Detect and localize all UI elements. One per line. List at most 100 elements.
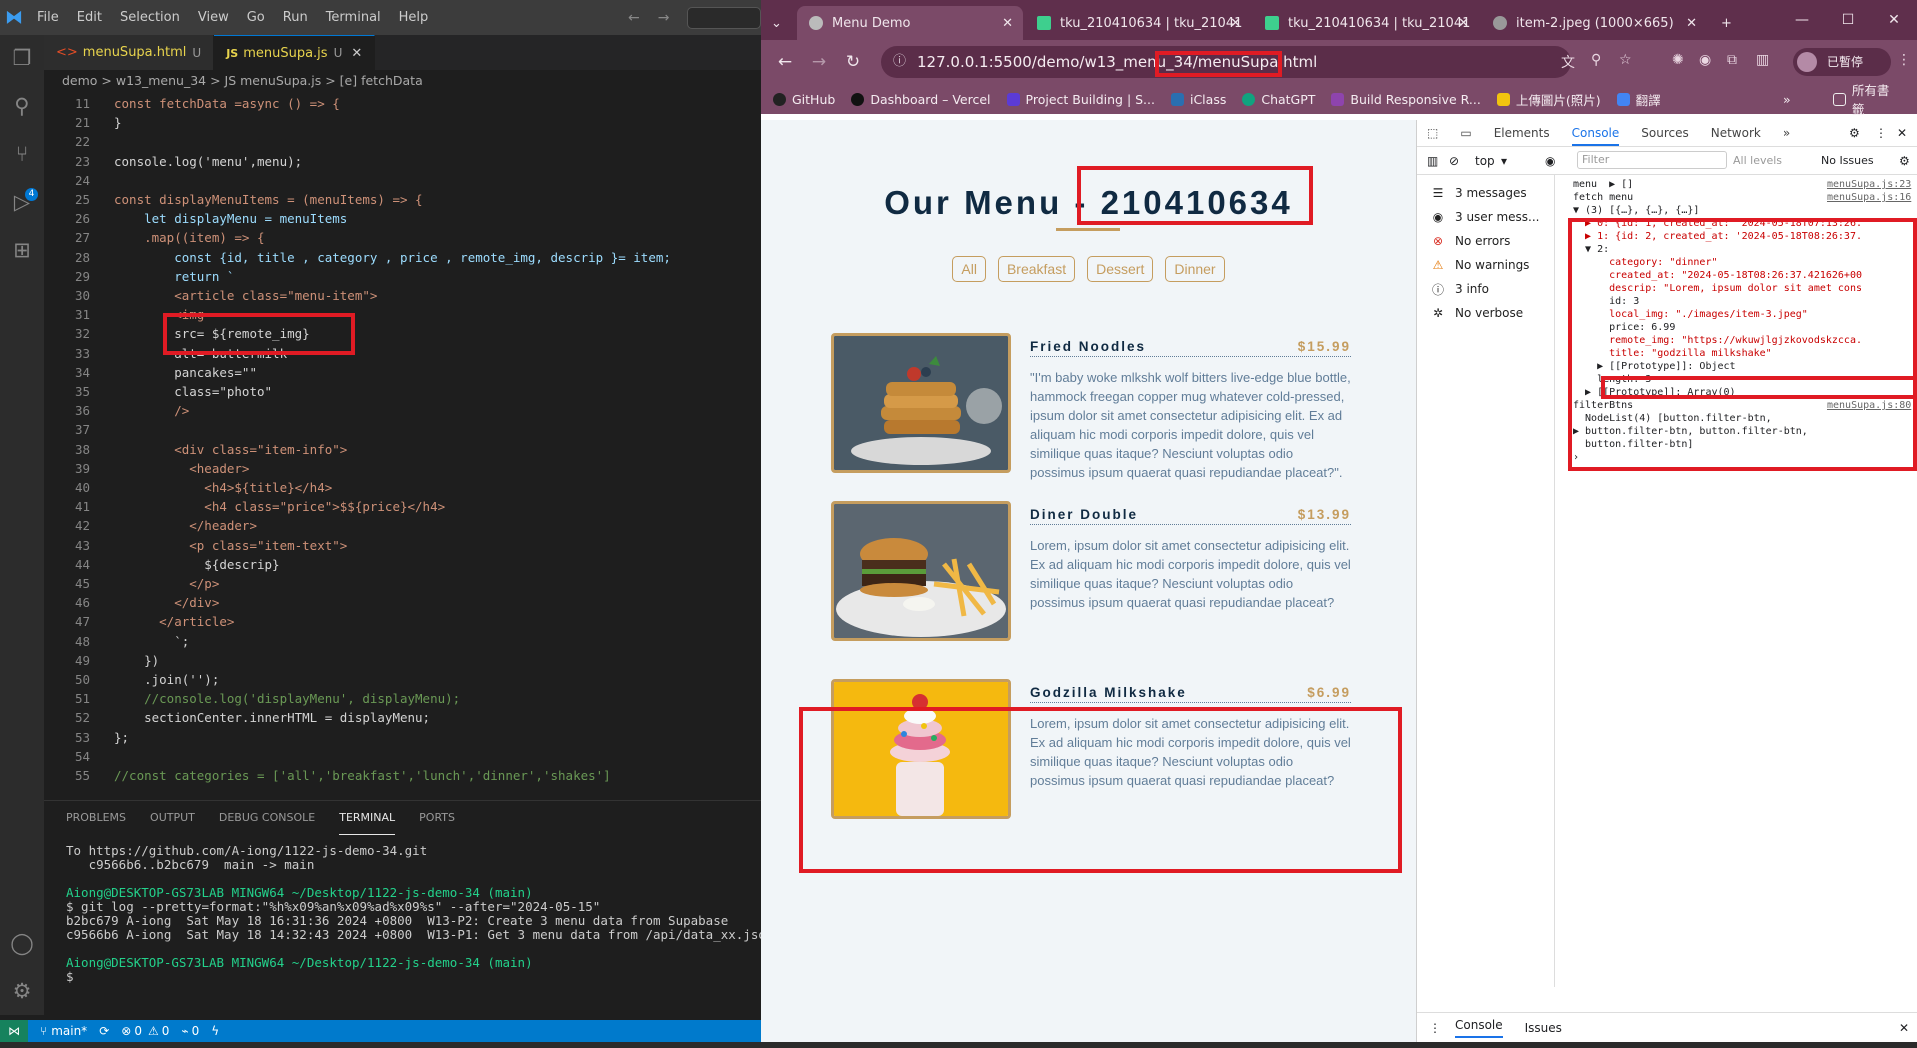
drawer-menu-icon[interactable]: ⋮ [1429, 1021, 1441, 1035]
sidepanel-icon[interactable]: ▥ [1756, 52, 1769, 68]
bookmark-upload-image[interactable]: 上傳圖片(照片) [1496, 90, 1601, 109]
browser-tab-supabase-1[interactable]: tku_210410634 | tku_21041 ✕ [1025, 6, 1251, 40]
close-window-icon[interactable]: ✕ [1871, 12, 1917, 28]
settings-gear-icon[interactable]: ⚙ [9, 978, 35, 1004]
more-menu-icon[interactable]: ⋮ [1897, 52, 1911, 68]
bookmark-iclass[interactable]: iClass [1170, 92, 1226, 107]
tab-menuSupa-html[interactable]: <> menuSupa.html U [44, 35, 215, 70]
console-source-link[interactable]: menuSupa.js:23 [1827, 179, 1911, 190]
devtools-menu-icon[interactable]: ⋮ [1875, 126, 1887, 140]
sync-icon[interactable]: ⟳ [99, 1024, 109, 1038]
sidebar-errors[interactable]: ⊗ No errors [1427, 231, 1510, 251]
drawer-tab-issues[interactable]: Issues [1525, 1021, 1562, 1035]
devtools-settings-icon[interactable]: ⚙ [1849, 126, 1860, 140]
profile-button[interactable]: 已暫停 [1793, 48, 1891, 76]
close-tab-icon[interactable]: ✕ [1002, 16, 1013, 31]
warning-count[interactable]: 0 [162, 1024, 170, 1038]
bookmarks-overflow-icon[interactable]: » [1783, 92, 1791, 107]
filter-dessert-button[interactable]: Dessert [1087, 256, 1154, 282]
command-center-search[interactable] [687, 7, 761, 29]
more-tabs-icon[interactable]: » [1783, 126, 1790, 140]
console-source-link[interactable]: menuSupa.js:16 [1827, 192, 1911, 203]
menu-selection[interactable]: Selection [111, 0, 189, 35]
reload-icon[interactable]: ↻ [843, 52, 863, 72]
filter-breakfast-button[interactable]: Breakfast [997, 256, 1076, 282]
panel-tab-debug-console[interactable]: DEBUG CONSOLE [219, 801, 315, 835]
bookmark-vercel[interactable]: Dashboard – Vercel [851, 92, 991, 107]
sidebar-verbose[interactable]: ✲ No verbose [1427, 303, 1523, 323]
drawer-tab-console[interactable]: Console [1455, 1018, 1503, 1038]
bookmark-chatgpt[interactable]: ChatGPT [1242, 92, 1315, 107]
explorer-icon[interactable]: ❐ [9, 45, 35, 71]
all-bookmarks[interactable]: 所有書籤 [1833, 80, 1901, 118]
back-arrow-icon[interactable]: ← [628, 10, 658, 26]
minimize-icon[interactable]: — [1779, 12, 1825, 28]
forward-arrow-icon[interactable]: → [658, 10, 688, 26]
filter-dinner-button[interactable]: Dinner [1165, 256, 1225, 282]
close-tab-icon[interactable]: ✕ [1686, 16, 1697, 31]
new-tab-plus-icon[interactable]: + [1709, 6, 1739, 40]
bookmark-build-responsive[interactable]: Build Responsive R... [1331, 92, 1481, 107]
devtools-tab-sources[interactable]: Sources [1641, 126, 1688, 140]
breadcrumb[interactable]: demo > w13_menu_34 > JS menuSupa.js > [e… [44, 70, 761, 92]
issues-count[interactable]: No Issues [1821, 154, 1874, 167]
git-branch[interactable]: main* [51, 1024, 87, 1038]
sidebar-user-messages[interactable]: ◉ 3 user mess... [1427, 207, 1540, 227]
panel-tab-ports[interactable]: PORTS [419, 801, 455, 835]
context-dropdown-icon[interactable]: ▾ [1501, 154, 1507, 168]
device-toolbar-icon[interactable]: ▭ [1460, 126, 1471, 140]
menu-file[interactable]: File [28, 0, 68, 35]
extensions-puzzle-icon[interactable]: ⧉ [1727, 52, 1737, 68]
account-icon[interactable]: ◯ [9, 930, 35, 956]
bookmark-translate[interactable]: 翻譯 [1616, 90, 1661, 109]
close-icon[interactable]: ✕ [351, 46, 362, 61]
devtools-close-icon[interactable]: ✕ [1897, 126, 1907, 140]
extensions-icon[interactable]: ⊞ [9, 237, 35, 263]
context-select[interactable]: top [1475, 154, 1495, 168]
nav-arrows[interactable]: ←→ [628, 10, 687, 26]
bookmark-star-icon[interactable]: ☆ [1619, 52, 1632, 68]
zoom-icon[interactable]: ⚲ [1591, 52, 1601, 68]
site-info-icon[interactable]: ⓘ [893, 46, 906, 78]
translate-icon[interactable]: 文 [1561, 52, 1575, 72]
menu-view[interactable]: View [189, 0, 238, 35]
bookmark-github[interactable]: GitHub [773, 92, 835, 107]
menu-go[interactable]: Go [238, 0, 274, 35]
menu-run[interactable]: Run [274, 0, 317, 35]
lightning-icon[interactable]: ϟ [211, 1024, 219, 1038]
console-filter-input[interactable]: Filter [1577, 151, 1727, 169]
browser-tab-menu-demo[interactable]: Menu Demo ✕ [797, 6, 1023, 40]
run-debug-icon[interactable]: ▷ [9, 189, 35, 215]
extension2-icon[interactable]: ◉ [1699, 52, 1711, 68]
ports-count[interactable]: 0 [192, 1024, 200, 1038]
search-icon[interactable]: ⚲ [9, 93, 35, 119]
back-icon[interactable]: ← [775, 52, 795, 72]
sidebar-toggle-icon[interactable]: ▥ [1427, 154, 1438, 168]
bookmark-project-building[interactable]: Project Building | S... [1006, 92, 1155, 107]
sidebar-messages[interactable]: ☰ 3 messages [1427, 183, 1527, 203]
menu-terminal[interactable]: Terminal [317, 0, 390, 35]
console-settings-icon[interactable]: ⚙ [1899, 154, 1910, 168]
panel-tab-problems[interactable]: PROBLEMS [66, 801, 126, 835]
tab-search-icon[interactable]: ⌄ [767, 6, 789, 40]
forward-icon[interactable]: → [809, 52, 829, 72]
sidebar-info[interactable]: ⓘ 3 info [1427, 279, 1489, 299]
filter-all-button[interactable]: All [952, 256, 986, 282]
devtools-tab-elements[interactable]: Elements [1494, 126, 1550, 140]
browser-tab-supabase-2[interactable]: tku_210410634 | tku_21041 ✕ [1253, 6, 1479, 40]
drawer-close-icon[interactable]: ✕ [1899, 1021, 1909, 1035]
log-levels-select[interactable]: All levels [1733, 154, 1782, 167]
panel-tab-output[interactable]: OUTPUT [150, 801, 195, 835]
code-editor[interactable]: 11 const fetchData =async () => {21} 22 23 c… [44, 92, 761, 792]
close-tab-icon[interactable]: ✕ [1458, 16, 1469, 31]
panel-tab-terminal[interactable]: TERMINAL [339, 801, 396, 835]
extension-icon[interactable]: ✺ [1672, 52, 1684, 68]
close-tab-icon[interactable]: ✕ [1230, 16, 1241, 31]
live-expression-eye-icon[interactable]: ◉ [1545, 154, 1555, 168]
remote-icon[interactable]: ⋈ [0, 1020, 28, 1042]
menu-help[interactable]: Help [390, 0, 438, 35]
browser-tab-item-2-jpeg[interactable]: item-2.jpeg (1000×665) ✕ [1481, 6, 1707, 40]
devtools-tab-console[interactable]: Console [1571, 126, 1620, 146]
source-control-icon[interactable]: ⑂ [9, 141, 35, 167]
devtools-tab-network[interactable]: Network [1711, 126, 1761, 140]
